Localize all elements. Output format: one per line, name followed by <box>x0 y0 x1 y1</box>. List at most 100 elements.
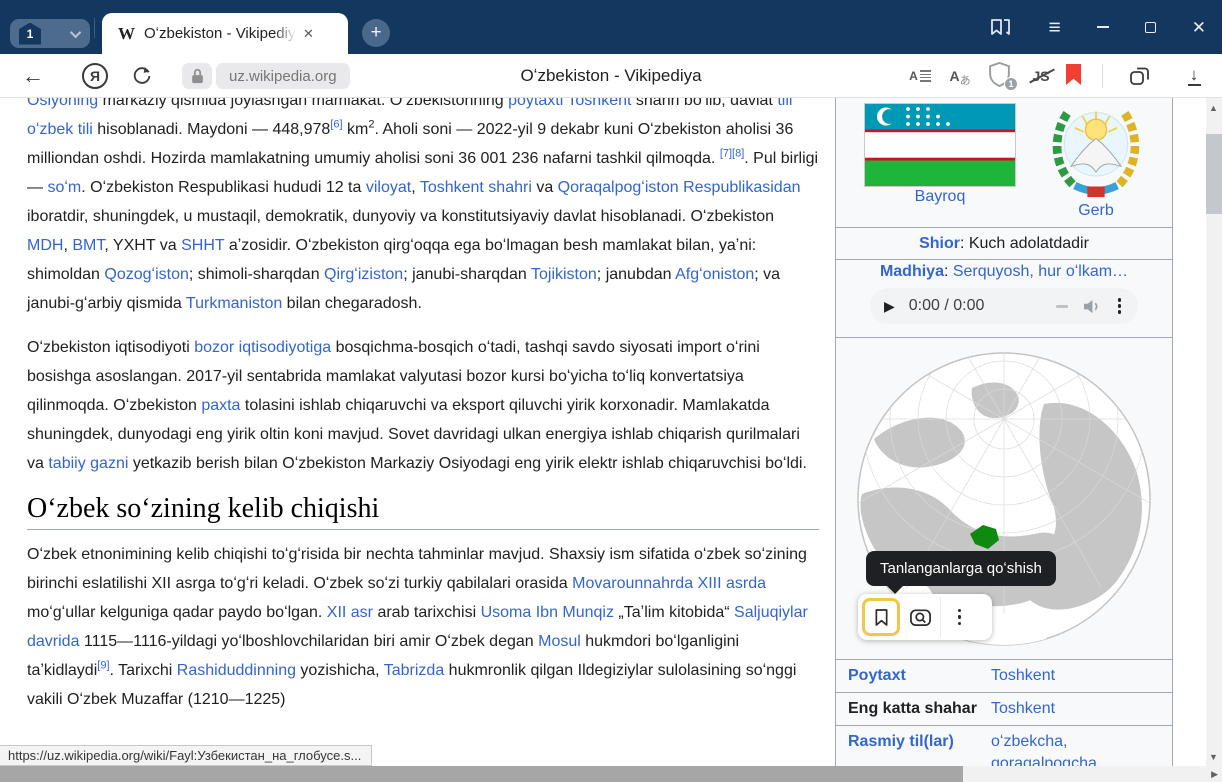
largest-city-value-link[interactable]: Toshkent <box>991 700 1055 717</box>
page-content: Osiyoning markaziy qismida joylashgan ma… <box>0 98 1222 766</box>
refresh-icon[interactable] <box>130 64 154 88</box>
reader-mode-icon[interactable]: A <box>906 65 934 87</box>
play-icon[interactable]: ▶ <box>884 298 895 315</box>
article-link[interactable]: MDH <box>27 237 63 254</box>
collections-icon[interactable] <box>1126 63 1154 89</box>
protect-shield-icon[interactable]: 1 <box>988 62 1014 90</box>
article-link[interactable]: Tabrizda <box>384 662 444 679</box>
motto-row: Shior: Kuch adolatdadir <box>836 228 1172 260</box>
lock-icon <box>191 68 204 84</box>
tab-counter[interactable]: 1 <box>10 19 90 48</box>
flag-caption-link[interactable]: Bayroq <box>915 188 966 205</box>
article-paragraph: Oʻzbekiston iqtisodiyoti bozor iqtisodiy… <box>27 333 819 478</box>
site-security-chip[interactable] <box>182 63 212 89</box>
article-link[interactable]: Movarounnahrda XIII asrda <box>572 575 766 592</box>
article-link[interactable]: Tojikiston <box>531 266 597 283</box>
article-link[interactable]: Toshkent shahri <box>420 179 532 196</box>
address-bar[interactable]: uz.wikipedia.org <box>216 63 350 89</box>
article-link[interactable]: Qirgʻiziston <box>324 266 403 283</box>
languages-label-link[interactable]: Rasmiy til(lar) <box>848 733 954 750</box>
more-dots-icon <box>958 609 962 626</box>
anthem-row: Madhiya: Serquyosh, hur oʻlkam… ▶ 0:00 /… <box>836 260 1172 338</box>
motto-text: : Kuch adolatdadir <box>960 235 1089 252</box>
titlebar-divider <box>94 18 95 38</box>
article-link[interactable]: Saljuqiylar davrida <box>27 604 808 650</box>
article-link[interactable]: soʻm <box>47 179 81 196</box>
plus-icon: + <box>370 22 381 44</box>
uzbekistan-flag-image[interactable] <box>864 103 1016 187</box>
capital-value-link[interactable]: Toshkent <box>991 667 1055 684</box>
languages-value-link[interactable]: oʻzbekcha, qoraqalpoqcha <box>991 733 1097 766</box>
anthem-title-link[interactable]: Serquyosh, hur oʻlkam… <box>953 263 1128 280</box>
titlebar-controls: ≡ ✕ <box>988 0 1206 54</box>
article-body: Osiyoning markaziy qismida joylashgan ma… <box>27 98 819 729</box>
volume-icon[interactable] <box>1082 299 1101 314</box>
player-menu-icon[interactable] <box>1115 295 1125 317</box>
chevron-down-icon[interactable] <box>70 26 81 37</box>
article-link[interactable]: Afgʻoniston <box>675 266 754 283</box>
back-button[interactable]: ← <box>20 62 46 90</box>
minimize-icon[interactable] <box>1097 26 1109 28</box>
article-link[interactable]: Qoraqalpogʻiston Respublikasidan <box>558 179 801 196</box>
anthem-label-link[interactable]: Madhiya <box>880 263 944 280</box>
reference-link[interactable]: [6] <box>330 119 342 131</box>
side-panel-icon[interactable] <box>988 16 1012 38</box>
article-link[interactable]: Rashiduddinning <box>177 662 296 679</box>
motto-label-link[interactable]: Shior <box>919 235 960 252</box>
article-link[interactable]: bozor iqtisodiyotiga <box>194 339 331 356</box>
article-link[interactable]: tili oʻzbek tili <box>27 98 792 138</box>
article-link[interactable]: Usoma Ibn Munqiz <box>481 604 614 621</box>
download-icon[interactable]: ↓ <box>1184 62 1204 90</box>
article-link[interactable]: poytaxti Toshkent <box>508 98 631 109</box>
infobox-row-capital: Poytaxt Toshkent <box>836 660 1172 693</box>
new-tab-button[interactable]: + <box>362 19 390 47</box>
infobox-row-largest-city: Eng katta shahar Toshkent <box>836 693 1172 726</box>
article-link[interactable]: BMT <box>72 237 104 254</box>
uzbekistan-emblem-image[interactable] <box>1046 98 1146 200</box>
scroll-right-icon[interactable]: ▶ <box>1211 769 1218 780</box>
tab-title: Oʻzbekiston - Vikipediya <box>144 25 296 42</box>
article-link[interactable]: Qozogʻiston <box>104 266 189 283</box>
vertical-scrollbar[interactable]: ▲ ▼ <box>1206 98 1222 766</box>
largest-city-label: Eng katta shahar <box>836 698 986 720</box>
reference-link[interactable]: [7][8] <box>720 148 744 160</box>
image-search-button[interactable] <box>900 597 940 637</box>
seek-bar[interactable] <box>1056 305 1068 308</box>
reference-link[interactable]: [9] <box>97 660 109 672</box>
vertical-scrollbar-thumb[interactable] <box>1206 134 1222 214</box>
scroll-up-icon[interactable]: ▲ <box>1209 103 1218 113</box>
image-more-button[interactable] <box>940 597 978 637</box>
article-paragraph: Oʻzbek etnonimining kelib chiqishi toʻgʻ… <box>27 540 819 714</box>
close-icon[interactable]: ✕ <box>1192 19 1206 36</box>
menu-icon[interactable]: ≡ <box>1048 17 1060 38</box>
emblem-caption-link[interactable]: Gerb <box>1078 202 1114 219</box>
camera-search-icon <box>909 606 932 629</box>
article-link[interactable]: XII asr <box>327 604 373 621</box>
horizontal-scrollbar-thumb[interactable] <box>0 766 963 782</box>
bookmark-filled-icon[interactable] <box>1066 64 1081 85</box>
player-time: 0:00 / 0:00 <box>909 297 985 315</box>
horizontal-scrollbar[interactable]: ▶ <box>0 766 1222 782</box>
tab-close-icon[interactable]: ✕ <box>303 26 314 42</box>
article-link[interactable]: tabiiy gazni <box>48 455 128 472</box>
article-link[interactable]: SHHT <box>181 237 224 254</box>
infobox-images-row: Bayroq Gerb <box>836 98 1172 228</box>
yandex-home-icon[interactable]: Я <box>82 63 108 89</box>
scroll-down-icon[interactable]: ▼ <box>1209 752 1218 762</box>
article-link[interactable]: Mosul <box>538 633 581 650</box>
image-hover-toolbar <box>858 594 992 640</box>
browser-window: 1 W Oʻzbekiston - Vikipediya ✕ + ≡ ✕ <box>0 0 1222 782</box>
article-link[interactable]: viloyat <box>366 179 411 196</box>
javascript-disabled-icon[interactable]: JS <box>1028 65 1054 87</box>
article-link[interactable]: paxta <box>201 397 240 414</box>
capital-label-link[interactable]: Poytaxt <box>848 667 906 684</box>
tab-counter-badge: 1 <box>19 23 41 45</box>
infobox-row-official-languages: Rasmiy til(lar) oʻzbekcha, qoraqalpoqcha <box>836 726 1172 766</box>
browser-tab[interactable]: W Oʻzbekiston - Vikipediya ✕ <box>102 13 348 54</box>
maximize-icon[interactable] <box>1145 22 1156 33</box>
wikipedia-favicon: W <box>118 24 135 44</box>
translate-icon[interactable]: A あ <box>946 64 974 88</box>
article-link[interactable]: Osiyoning <box>27 98 98 109</box>
article-link[interactable]: Turkmaniston <box>186 295 282 312</box>
add-to-favorites-button[interactable] <box>862 598 900 636</box>
